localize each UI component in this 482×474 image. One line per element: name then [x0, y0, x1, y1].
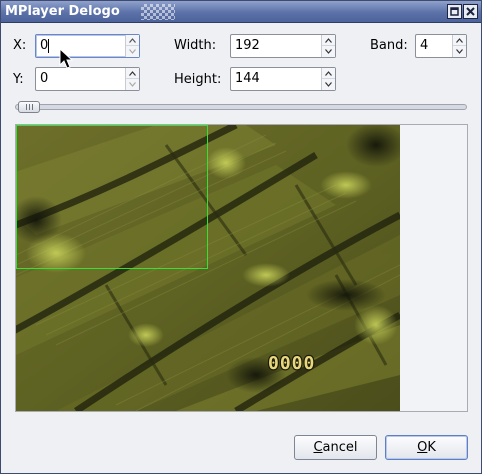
chevron-down-icon [325, 82, 332, 87]
band-increment-button[interactable] [453, 35, 466, 46]
chevron-up-icon [325, 38, 332, 43]
height-spinbox[interactable]: 144 [230, 67, 336, 91]
x-decrement-button[interactable] [126, 46, 139, 57]
close-button[interactable] [463, 4, 478, 19]
band-decrement-button[interactable] [453, 46, 466, 57]
text-caret [48, 39, 49, 53]
frame-slider-track[interactable] [15, 104, 467, 110]
width-increment-button[interactable] [322, 35, 335, 46]
band-value[interactable]: 4 [420, 38, 428, 53]
width-decrement-button[interactable] [322, 46, 335, 57]
height-value[interactable]: 144 [235, 71, 260, 86]
band-label: Band: [370, 38, 408, 53]
chevron-down-icon [129, 49, 136, 54]
x-spinbox[interactable]: 0 [35, 34, 140, 58]
preview-frame: 0000 [15, 124, 468, 412]
chevron-up-icon [129, 71, 136, 76]
logo-region-rectangle[interactable] [16, 125, 208, 269]
ok-label: K [427, 440, 436, 455]
y-label: Y: [13, 72, 24, 87]
y-spinbox[interactable]: 0 [35, 67, 140, 91]
delogo-dialog: MPlayer Delogo X: 0 Width: 192 Band: 4 Y… [0, 0, 482, 474]
y-increment-button[interactable] [126, 68, 139, 79]
band-spinbox[interactable]: 4 [415, 34, 467, 58]
title-grip-pattern [141, 4, 175, 20]
x-spin-arrows [125, 35, 139, 57]
width-spinbox[interactable]: 192 [230, 34, 336, 58]
height-decrement-button[interactable] [322, 79, 335, 90]
x-increment-button[interactable] [126, 35, 139, 46]
height-spin-arrows [321, 68, 335, 90]
title-bar[interactable]: MPlayer Delogo [1, 1, 481, 23]
cancel-button[interactable]: Cancel [294, 435, 377, 460]
close-icon [466, 7, 475, 16]
width-value[interactable]: 192 [235, 38, 260, 53]
cancel-mnemonic: C [313, 440, 323, 455]
width-label: Width: [174, 38, 217, 53]
chevron-up-icon [129, 38, 136, 43]
chevron-up-icon [325, 71, 332, 76]
video-preview[interactable]: 0000 [16, 125, 400, 411]
ok-button[interactable]: OK [385, 435, 468, 460]
chevron-down-icon [456, 49, 463, 54]
chevron-down-icon [325, 49, 332, 54]
y-spin-arrows [125, 68, 139, 90]
x-label: X: [13, 38, 27, 53]
y-decrement-button[interactable] [126, 79, 139, 90]
cancel-label: ancel [322, 440, 358, 455]
maximize-icon [450, 7, 459, 16]
video-overlay-text: 0000 [268, 353, 315, 374]
frame-slider-handle[interactable] [18, 101, 40, 113]
chevron-down-icon [129, 82, 136, 87]
maximize-button[interactable] [447, 4, 462, 19]
band-spin-arrows [452, 35, 466, 57]
ok-mnemonic: O [417, 440, 428, 455]
height-increment-button[interactable] [322, 68, 335, 79]
chevron-up-icon [456, 38, 463, 43]
y-value[interactable]: 0 [40, 71, 48, 86]
height-label: Height: [174, 72, 222, 87]
mouse-pointer-icon [59, 48, 74, 69]
width-spin-arrows [321, 35, 335, 57]
window-title: MPlayer Delogo [5, 4, 120, 19]
